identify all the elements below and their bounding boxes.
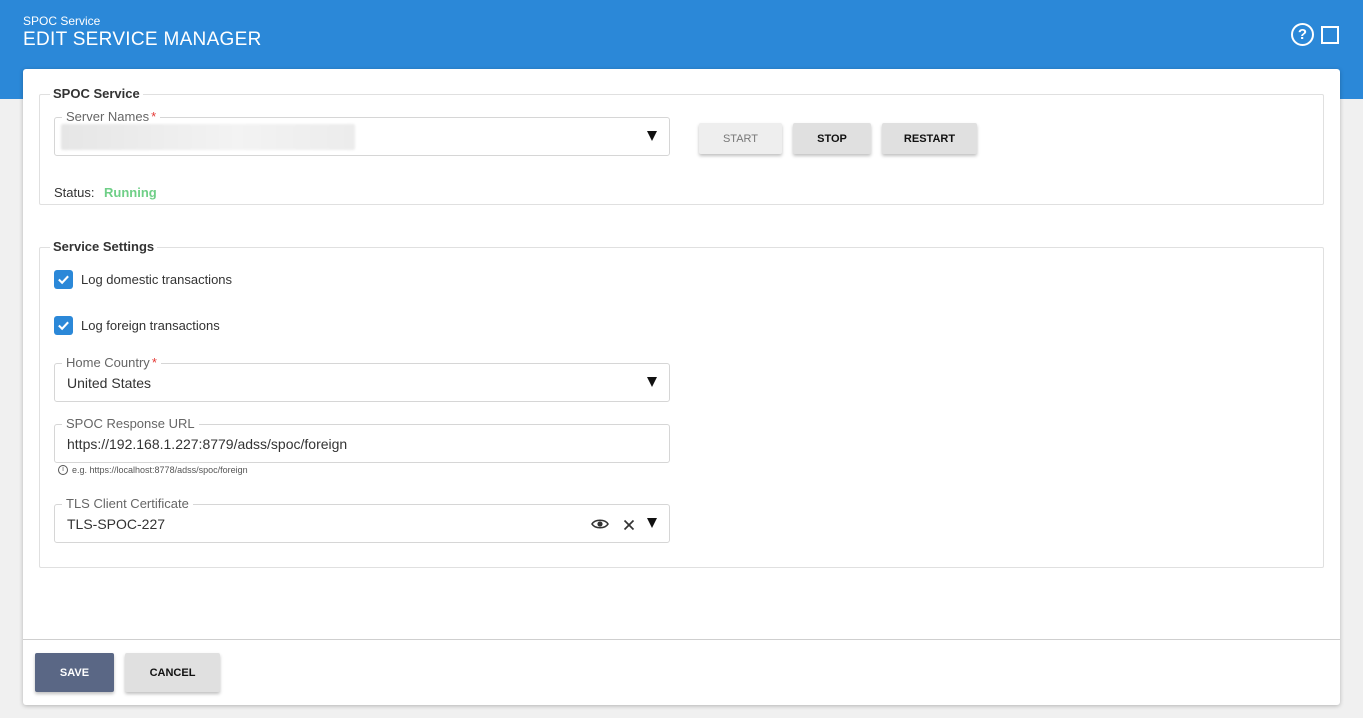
home-country-label: Home Country * xyxy=(62,356,161,370)
page-title: EDIT SERVICE MANAGER xyxy=(23,29,262,50)
response-url-hint-text: e.g. https://localhost:8778/adss/spoc/fo… xyxy=(72,465,248,475)
home-country-value: United States xyxy=(67,375,152,391)
service-settings-legend: Service Settings xyxy=(50,239,158,254)
log-foreign-checkbox[interactable] xyxy=(54,316,73,335)
close-icon[interactable] xyxy=(623,519,635,531)
tls-certificate-label: TLS Client Certificate xyxy=(62,497,193,511)
checkmark-icon xyxy=(58,275,69,285)
tls-certificate-select[interactable]: TLS Client Certificate TLS-SPOC-227 xyxy=(54,497,670,543)
response-url-label: SPOC Response URL xyxy=(62,417,199,431)
footer-divider xyxy=(23,639,1340,640)
status-label: Status: xyxy=(54,185,95,200)
info-icon: i xyxy=(58,465,68,475)
chevron-down-icon[interactable] xyxy=(647,518,657,528)
chevron-down-icon[interactable] xyxy=(647,131,657,141)
response-url-value[interactable]: https://192.168.1.227:8779/adss/spoc/for… xyxy=(67,436,347,452)
log-foreign-row: Log foreign transactions xyxy=(54,316,220,335)
stop-button[interactable]: STOP xyxy=(793,123,871,154)
server-names-select[interactable]: Server Names * xyxy=(54,110,670,156)
status-badge: Running xyxy=(104,185,157,200)
chevron-down-icon[interactable] xyxy=(647,377,657,387)
help-icon[interactable]: ? xyxy=(1291,23,1314,46)
response-url-hint: i e.g. https://localhost:8778/adss/spoc/… xyxy=(58,465,248,475)
log-domestic-checkbox[interactable] xyxy=(54,270,73,289)
edit-form-card: SPOC Service Server Names * START STOP RE… xyxy=(23,69,1340,705)
log-foreign-label: Log foreign transactions xyxy=(81,318,220,333)
cancel-button[interactable]: CANCEL xyxy=(125,653,220,692)
log-domestic-label: Log domestic transactions xyxy=(81,272,233,287)
restart-button[interactable]: RESTART xyxy=(882,123,977,154)
server-names-value-redacted xyxy=(61,124,355,150)
eye-icon[interactable] xyxy=(591,517,609,531)
home-country-select[interactable]: Home Country * United States xyxy=(54,356,670,402)
response-url-field[interactable]: SPOC Response URL https://192.168.1.227:… xyxy=(54,417,670,463)
maximize-icon[interactable] xyxy=(1321,26,1339,44)
tls-certificate-value: TLS-SPOC-227 xyxy=(67,516,166,532)
log-domestic-row: Log domestic transactions xyxy=(54,270,232,289)
save-button[interactable]: SAVE xyxy=(35,653,114,692)
start-button[interactable]: START xyxy=(699,123,782,154)
server-names-label: Server Names * xyxy=(62,110,161,124)
header-subtitle: SPOC Service xyxy=(23,14,101,28)
checkmark-icon xyxy=(58,321,69,331)
spoc-service-legend: SPOC Service xyxy=(50,86,143,101)
